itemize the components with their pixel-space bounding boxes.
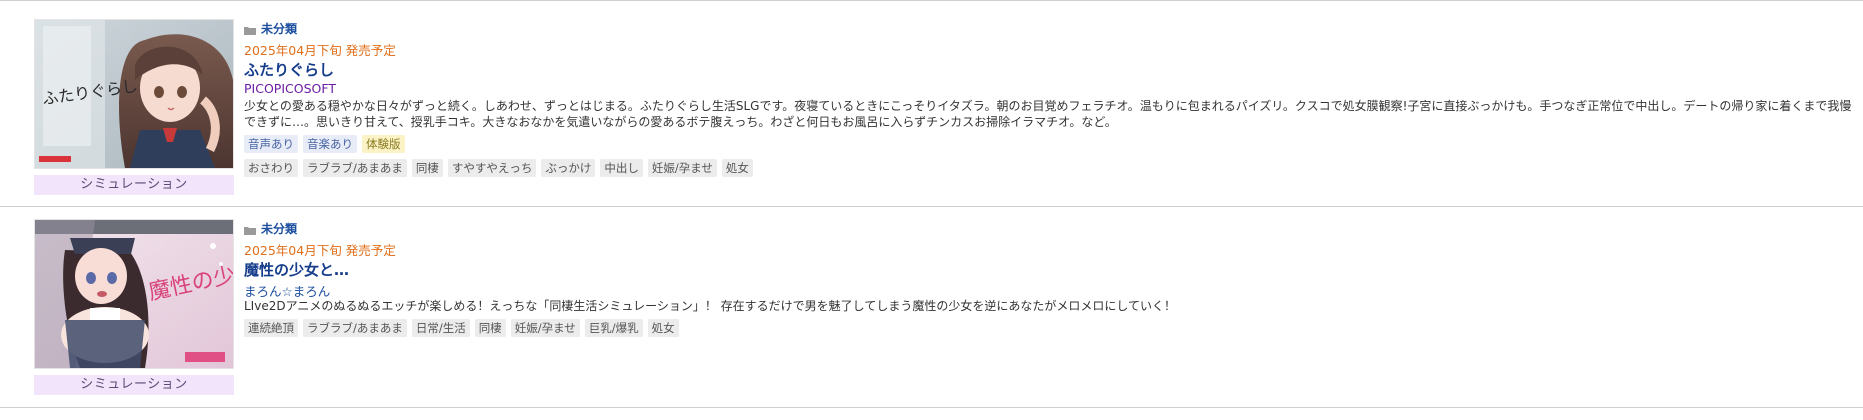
genre-tag[interactable]: ラブラブ/あまあま xyxy=(303,159,407,177)
genre-tag[interactable]: すやすやえっち xyxy=(447,159,537,177)
genre-tag[interactable]: 同棲 xyxy=(411,159,443,177)
folder-icon xyxy=(244,24,256,35)
feature-tags: 音声あり 音楽あり 体験版 xyxy=(244,135,1863,154)
product-title[interactable]: 魔性の少女と… xyxy=(244,259,1863,279)
feature-tag-trial[interactable]: 体験版 xyxy=(362,135,405,153)
thumbnail-block: ふたりぐらし シミュレーション xyxy=(34,19,234,195)
feature-tag-music: 音楽あり xyxy=(303,135,357,153)
feature-tag-voice: 音声あり xyxy=(244,135,298,153)
genre-tag[interactable]: 同棲 xyxy=(474,319,506,337)
genre-tag[interactable]: 巨乳/爆乳 xyxy=(584,319,643,337)
genre-tag[interactable]: 処女 xyxy=(647,319,679,337)
thumbnail-block: 魔性の少女と… シミュレーション xyxy=(34,219,234,395)
genre-tag[interactable]: ぶっかけ xyxy=(541,159,596,177)
genre-tag[interactable]: 連続絶頂 xyxy=(244,319,298,337)
genre-tag[interactable]: 日常/生活 xyxy=(411,319,470,337)
genre-tag[interactable]: おさわり xyxy=(244,159,298,177)
genre-tag[interactable]: 妊娠/孕ませ xyxy=(647,159,717,177)
category-label: 未分類 xyxy=(261,21,298,36)
genre-label: シミュレーション xyxy=(34,175,234,195)
folder-icon xyxy=(244,224,256,235)
release-date: 2025年04月下旬 発売予定 xyxy=(244,43,396,58)
product-info: 未分類 2025年04月下旬 発売予定 魔性の少女と… まろん☆まろん LIve… xyxy=(244,219,1863,338)
product-item: 魔性の少女と… シミュレーション 未分類 2025年04月下旬 発売予定 魔性の… xyxy=(0,206,1863,410)
genre-tag[interactable]: 妊娠/孕ませ xyxy=(510,319,580,337)
release-date: 2025年04月下旬 発売予定 xyxy=(244,243,396,258)
product-thumbnail[interactable]: ふたりぐらし xyxy=(34,19,234,169)
thumbnail-art: 魔性の少女と… xyxy=(35,220,233,368)
genre-tag[interactable]: 処女 xyxy=(721,159,753,177)
product-thumbnail[interactable]: 魔性の少女と… xyxy=(34,219,234,369)
genre-label: シミュレーション xyxy=(34,375,234,395)
list-divider xyxy=(0,407,1863,408)
product-description: LIve2Dアニメのぬるぬるエッチが楽しめる！えっちな「同棲生活シミュレーション… xyxy=(244,299,1176,313)
circle-name[interactable]: PICOPICOSOFT xyxy=(244,81,1863,98)
product-item: ふたりぐらし シミュレーション 未分類 2025年04月下旬 発売予定 ふたりぐ… xyxy=(0,5,1863,205)
product-title[interactable]: ふたりぐらし xyxy=(244,59,1863,79)
circle-name[interactable]: まろん☆まろん xyxy=(244,281,1863,299)
category-link[interactable]: 未分類 xyxy=(244,219,1863,237)
product-description: 少女との愛ある穏やかな日々がずっと続く。しあわせ、ずっとはじまる。ふたりぐらし生… xyxy=(244,99,1852,129)
genre-tag[interactable]: 中出し xyxy=(600,159,643,177)
product-info: 未分類 2025年04月下旬 発売予定 ふたりぐらし PICOPICOSOFT … xyxy=(244,19,1863,178)
thumbnail-art: ふたりぐらし xyxy=(35,20,233,168)
product-list: ふたりぐらし シミュレーション 未分類 2025年04月下旬 発売予定 ふたりぐ… xyxy=(0,0,1863,420)
genre-tags: おさわり ラブラブ/あまあま 同棲 すやすやえっち ぶっかけ 中出し 妊娠/孕ま… xyxy=(244,159,1863,178)
category-label: 未分類 xyxy=(261,221,298,236)
genre-tag[interactable]: ラブラブ/あまあま xyxy=(303,319,407,337)
category-link[interactable]: 未分類 xyxy=(244,19,1863,37)
genre-tags: 連続絶頂 ラブラブ/あまあま 日常/生活 同棲 妊娠/孕ませ 巨乳/爆乳 処女 xyxy=(244,319,1863,338)
